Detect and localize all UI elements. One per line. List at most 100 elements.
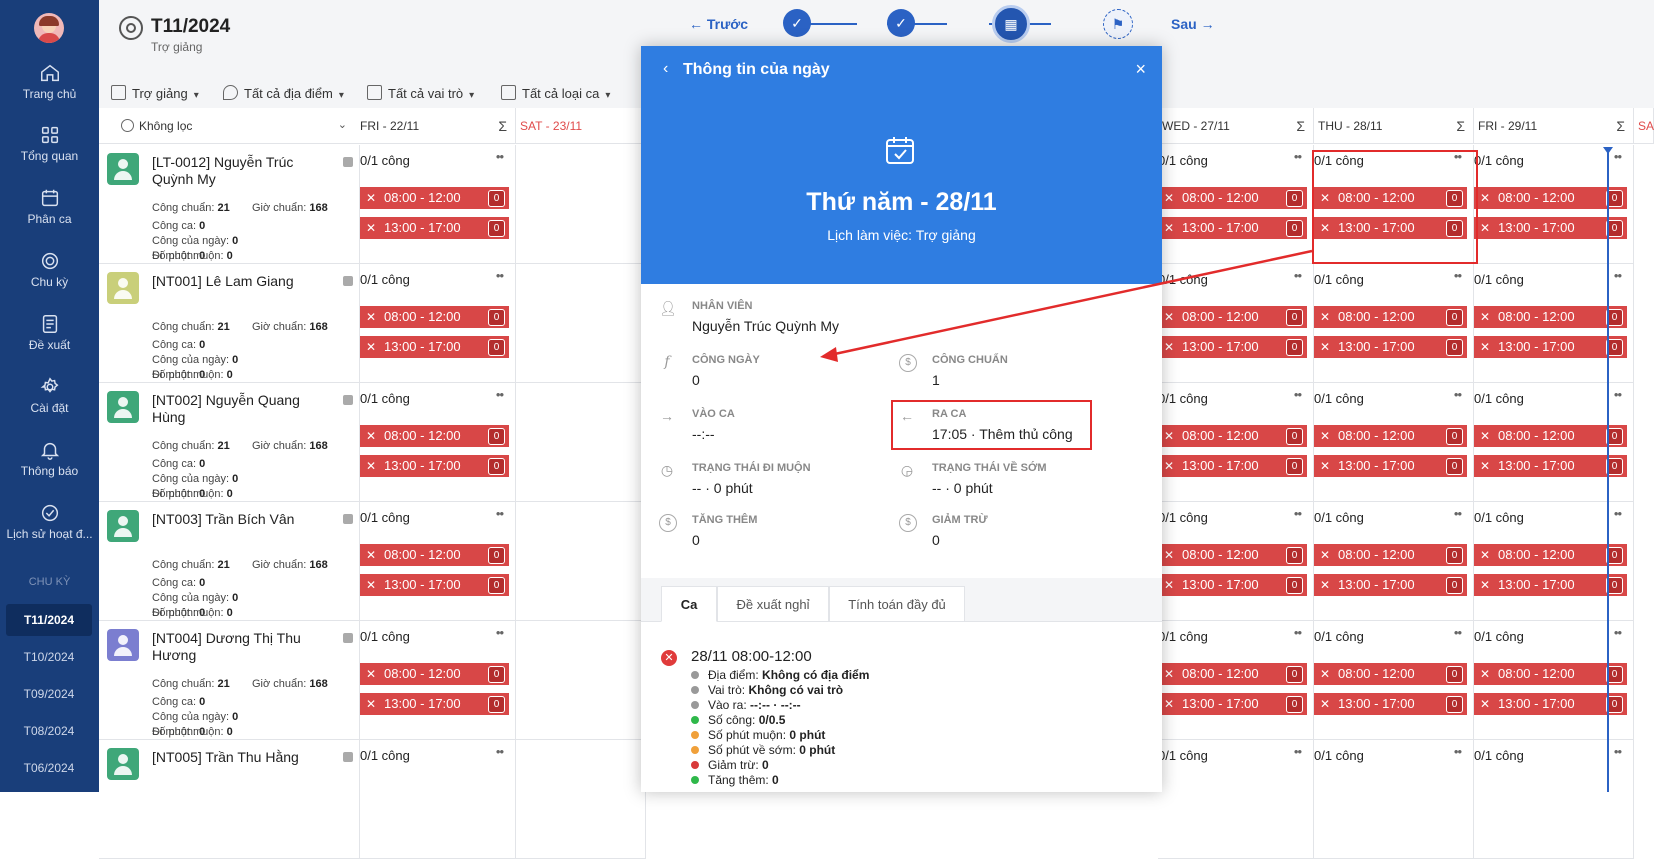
more-options-icon[interactable]: ••: [1614, 506, 1622, 521]
shift-chip[interactable]: ✕ 08:00 - 12:00 0: [360, 306, 509, 328]
step-finish-flag-icon[interactable]: ⚑: [1103, 9, 1133, 39]
location-filter-dropdown[interactable]: Tất cả địa điểm ▾: [223, 85, 344, 101]
employee-info-icon[interactable]: [343, 514, 353, 524]
shift-chip[interactable]: ✕ 08:00 - 12:00 0: [1314, 544, 1467, 566]
day-cell[interactable]: 0/1 công •• ✕ 08:00 - 12:00 0 ✕ 13:00 - 17:00 0: [360, 621, 516, 740]
close-icon[interactable]: ✕: [1164, 306, 1174, 328]
employee-row[interactable]: [NT002] Nguyễn Quang Hùng Công chuẩn: 21 G…: [99, 383, 360, 502]
more-options-icon[interactable]: ••: [1454, 625, 1462, 640]
employee-info-icon[interactable]: [343, 395, 353, 405]
employee-name[interactable]: [NT005] Trần Thu Hằng: [152, 749, 332, 766]
close-icon[interactable]: ✕: [1164, 187, 1174, 209]
close-icon[interactable]: ✕: [1320, 306, 1330, 328]
shift-chip[interactable]: ✕ 08:00 - 12:00 0: [1158, 187, 1307, 209]
day-cell[interactable]: [516, 621, 646, 740]
shift-chip[interactable]: ✕ 13:00 - 17:00 0: [1158, 336, 1307, 358]
close-icon[interactable]: ✕: [1480, 336, 1490, 358]
close-icon[interactable]: ✕: [366, 217, 376, 239]
shift-chip[interactable]: ✕ 13:00 - 17:00 0: [1158, 455, 1307, 477]
next-step-button[interactable]: Sau →: [1171, 16, 1215, 32]
day-cell[interactable]: 0/1 công •• ✕ 08:00 - 12:00 0 ✕ 13:00 - 17:00 0: [1158, 383, 1314, 502]
step-current-calendar-icon[interactable]: ▦: [992, 5, 1030, 43]
close-icon[interactable]: ✕: [366, 187, 376, 209]
more-options-icon[interactable]: ••: [1294, 625, 1302, 640]
close-icon[interactable]: ✕: [1164, 425, 1174, 447]
employee-info-icon[interactable]: [343, 633, 353, 643]
employee-name[interactable]: [NT002] Nguyễn Quang Hùng: [152, 392, 332, 426]
shift-chip[interactable]: ✕ 08:00 - 12:00 0: [1158, 663, 1307, 685]
employee-row[interactable]: [NT003] Trần Bích Vân Công chuẩn: 21 Giờ c…: [99, 502, 360, 621]
more-options-icon[interactable]: ••: [1454, 387, 1462, 402]
sum-icon[interactable]: Σ: [1456, 108, 1465, 144]
day-cell[interactable]: 0/1 công •• ✕ 08:00 - 12:00 0 ✕ 13:00 - 17:00 0: [1158, 502, 1314, 621]
close-icon[interactable]: ✕: [1320, 425, 1330, 447]
close-icon[interactable]: ✕: [1480, 544, 1490, 566]
more-options-icon[interactable]: ••: [1294, 268, 1302, 283]
close-icon[interactable]: ✕: [1320, 336, 1330, 358]
period-item[interactable]: T09/2024: [6, 678, 92, 710]
more-options-icon[interactable]: ••: [496, 744, 504, 759]
day-cell[interactable]: [516, 502, 646, 621]
employee-filter[interactable]: Không lọc ⌄: [99, 108, 360, 144]
shift-chip[interactable]: ✕ 08:00 - 12:00 0: [1474, 187, 1627, 209]
position-filter-dropdown[interactable]: Tất cả vai trò ▾: [367, 85, 474, 101]
step-done-check-icon[interactable]: ✓: [783, 9, 811, 37]
close-icon[interactable]: ✕: [1320, 663, 1330, 685]
more-options-icon[interactable]: ••: [1614, 387, 1622, 402]
day-cell[interactable]: 0/1 công ••: [1158, 740, 1314, 859]
close-icon[interactable]: ✕: [1164, 217, 1174, 239]
close-icon[interactable]: ✕: [1480, 663, 1490, 685]
more-options-icon[interactable]: ••: [1614, 268, 1622, 283]
shift-chip[interactable]: ✕ 08:00 - 12:00 0: [360, 544, 509, 566]
close-icon[interactable]: ✕: [1164, 336, 1174, 358]
close-icon[interactable]: ✕: [1480, 425, 1490, 447]
sidebar-item-proposal[interactable]: Đề xuất: [0, 313, 99, 352]
shift-chip[interactable]: ✕ 13:00 - 17:00 0: [1158, 693, 1307, 715]
sidebar-item-cycle[interactable]: Chu kỳ: [0, 250, 99, 289]
shift-chip[interactable]: ✕ 08:00 - 12:00 0: [1158, 425, 1307, 447]
employee-name[interactable]: [NT003] Trần Bích Vân: [152, 511, 332, 528]
shift-type-filter-dropdown[interactable]: Tất cả loại ca ▾: [501, 85, 610, 101]
close-icon[interactable]: ✕: [366, 306, 376, 328]
day-cell[interactable]: 0/1 công •• ✕ 08:00 - 12:00 0 ✕ 13:00 - 17:00 0: [1474, 264, 1634, 383]
employee-name[interactable]: [NT001] Lê Lam Giang: [152, 273, 332, 290]
day-cell[interactable]: 0/1 công •• ✕ 08:00 - 12:00 0 ✕ 13:00 - 17:00 0: [360, 145, 516, 264]
shift-chip[interactable]: ✕ 13:00 - 17:00 0: [1314, 693, 1467, 715]
sidebar-item-overview[interactable]: Tổng quan: [0, 124, 99, 163]
employee-name[interactable]: [LT-0012] Nguyễn Trúc Quỳnh My: [152, 154, 332, 188]
shift-chip[interactable]: ✕ 08:00 - 12:00 0: [1474, 544, 1627, 566]
shift-chip[interactable]: ✕ 08:00 - 12:00 0: [1474, 306, 1627, 328]
close-icon[interactable]: ✕: [1480, 574, 1490, 596]
day-cell[interactable]: 0/1 công •• ✕ 08:00 - 12:00 0 ✕ 13:00 - 17:00 0: [1314, 502, 1474, 621]
sidebar-item-settings[interactable]: Cài đặt: [0, 376, 99, 415]
day-cell[interactable]: 0/1 công •• ✕ 08:00 - 12:00 0 ✕ 13:00 - 17:00 0: [1314, 621, 1474, 740]
close-icon[interactable]: ✕: [1164, 455, 1174, 477]
close-icon[interactable]: ✕: [1480, 693, 1490, 715]
user-avatar[interactable]: [34, 13, 64, 43]
day-cell[interactable]: 0/1 công •• ✕ 08:00 - 12:00 0 ✕ 13:00 - 17:00 0: [1474, 621, 1634, 740]
day-cell[interactable]: [516, 264, 646, 383]
day-cell[interactable]: 0/1 công •• ✕ 08:00 - 12:00 0 ✕ 13:00 - 17:00 0: [1474, 502, 1634, 621]
shift-chip[interactable]: ✕ 08:00 - 12:00 0: [1314, 306, 1467, 328]
close-icon[interactable]: ✕: [366, 336, 376, 358]
more-options-icon[interactable]: ••: [496, 387, 504, 402]
role-filter-dropdown[interactable]: Trợ giảng ▾: [111, 85, 199, 101]
close-icon[interactable]: ✕: [1480, 217, 1490, 239]
shift-chip[interactable]: ✕ 08:00 - 12:00 0: [1158, 544, 1307, 566]
sum-icon[interactable]: Σ: [1616, 108, 1625, 144]
tab-shifts[interactable]: Ca: [661, 586, 717, 622]
sidebar-item-home[interactable]: Trang chủ: [0, 62, 99, 101]
shift-chip[interactable]: ✕ 13:00 - 17:00 0: [360, 336, 509, 358]
more-options-icon[interactable]: ••: [1614, 625, 1622, 640]
sidebar-item-notifications[interactable]: Thông báo: [0, 439, 99, 478]
employee-info-icon[interactable]: [343, 276, 353, 286]
shift-chip[interactable]: ✕ 08:00 - 12:00 0: [1158, 306, 1307, 328]
close-icon[interactable]: ✕: [366, 425, 376, 447]
shift-chip[interactable]: ✕ 13:00 - 17:00 0: [1474, 217, 1627, 239]
shift-chip[interactable]: ✕ 08:00 - 12:00 0: [1314, 425, 1467, 447]
shift-chip[interactable]: ✕ 08:00 - 12:00 0: [360, 425, 509, 447]
employee-info-icon[interactable]: [343, 157, 353, 167]
period-item[interactable]: T10/2024: [6, 641, 92, 673]
shift-chip[interactable]: ✕ 13:00 - 17:00 0: [1158, 217, 1307, 239]
period-item[interactable]: T11/2024: [6, 604, 92, 636]
